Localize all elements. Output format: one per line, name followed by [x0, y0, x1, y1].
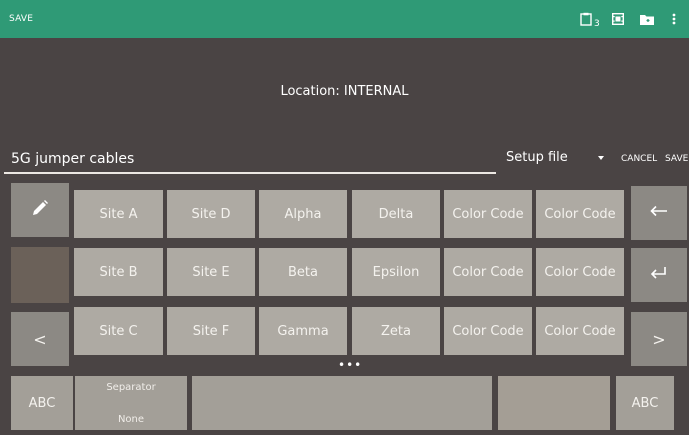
key-site-e[interactable]: Site E	[167, 248, 255, 296]
key-color-code-3[interactable]: Color Code	[444, 248, 532, 296]
enter-button[interactable]	[631, 248, 687, 302]
key-color-code-1[interactable]: Color Code	[444, 190, 532, 238]
separator-label: Separator	[106, 382, 156, 393]
key-site-c[interactable]: Site C	[74, 307, 163, 355]
edit-button[interactable]	[11, 183, 69, 237]
file-name-input[interactable]: 5G jumper cables	[4, 150, 496, 174]
key-color-code-6[interactable]: Color Code	[536, 307, 624, 355]
prev-page-button[interactable]: <	[11, 312, 69, 366]
key-zeta[interactable]: Zeta	[352, 307, 440, 355]
space-bar[interactable]	[192, 376, 492, 430]
abc-left-button[interactable]: ABC	[11, 376, 73, 430]
abc-left-label: ABC	[28, 395, 56, 411]
key-site-b[interactable]: Site B	[74, 248, 163, 296]
key-alpha[interactable]: Alpha	[259, 190, 347, 238]
folder-icon[interactable]	[639, 11, 655, 27]
clipboard-count: 3	[594, 19, 600, 29]
top-app-bar: SAVE 3	[0, 0, 689, 38]
key-epsilon[interactable]: Epsilon	[352, 248, 440, 296]
file-type-select[interactable]: Setup file	[506, 150, 568, 165]
key-color-code-5[interactable]: Color Code	[444, 307, 532, 355]
location-label: Location: INTERNAL	[280, 84, 409, 99]
film-icon[interactable]	[611, 11, 625, 27]
abc-right-button[interactable]: ABC	[616, 376, 674, 430]
dropdown-arrow-icon[interactable]	[598, 156, 604, 160]
clipboard-icon[interactable]	[579, 11, 593, 27]
key-site-d[interactable]: Site D	[167, 190, 255, 238]
app-bar-title: SAVE	[9, 14, 34, 24]
save-button[interactable]: SAVE	[665, 154, 688, 164]
separator-value: None	[117, 414, 145, 425]
next-page-button[interactable]: >	[631, 312, 687, 366]
page-indicator-dots: •••	[338, 358, 363, 372]
key-color-code-2[interactable]: Color Code	[536, 190, 624, 238]
key-beta[interactable]: Beta	[259, 248, 347, 296]
blank-wide-key[interactable]	[498, 376, 610, 430]
chevron-right-icon: >	[652, 329, 666, 349]
separator-select[interactable]: Separator None	[75, 376, 187, 430]
key-site-a[interactable]: Site A	[74, 190, 163, 238]
key-color-code-4[interactable]: Color Code	[536, 248, 624, 296]
file-name-value: 5G jumper cables	[11, 151, 135, 167]
key-site-f[interactable]: Site F	[167, 307, 255, 355]
backspace-button[interactable]	[631, 186, 687, 240]
blank-key[interactable]	[11, 247, 69, 303]
enter-icon	[650, 266, 668, 284]
pencil-icon	[31, 199, 49, 221]
key-gamma[interactable]: Gamma	[259, 307, 347, 355]
arrow-left-icon	[650, 205, 668, 221]
key-delta[interactable]: Delta	[352, 190, 440, 238]
chevron-left-icon: <	[33, 329, 47, 349]
more-vert-icon[interactable]	[670, 11, 678, 27]
cancel-button[interactable]: CANCEL	[621, 154, 657, 164]
abc-right-label: ABC	[631, 395, 659, 411]
